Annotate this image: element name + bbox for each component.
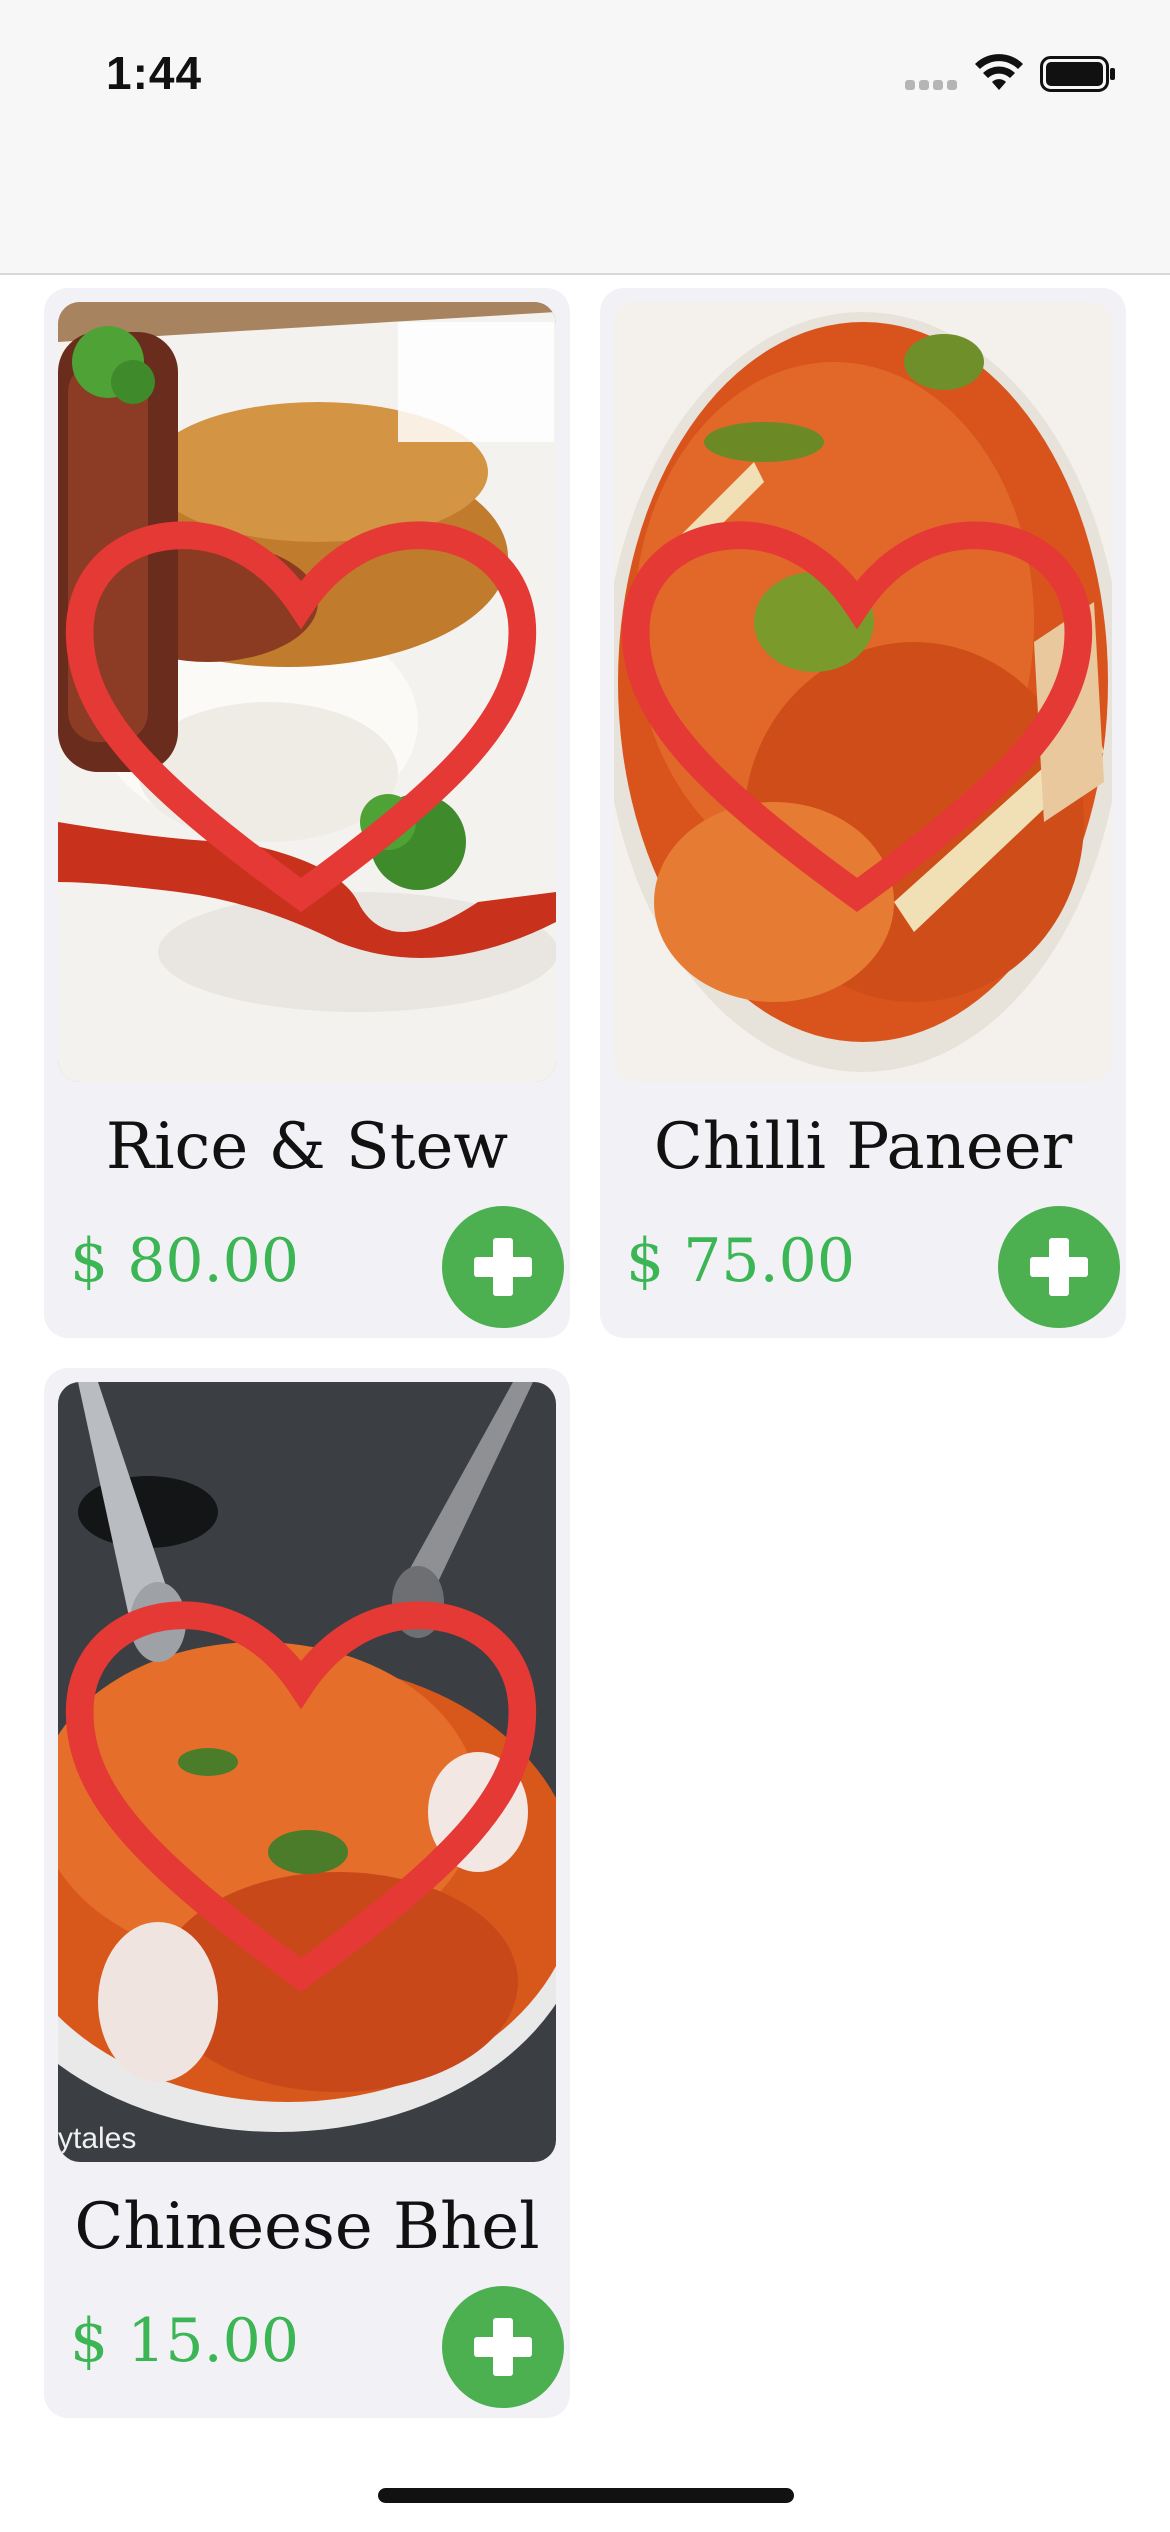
product-name: Rice & Stew bbox=[105, 1110, 509, 1184]
add-to-cart-button[interactable] bbox=[998, 1206, 1120, 1328]
product-image bbox=[614, 302, 1112, 1082]
status-time: 1:44 bbox=[106, 47, 203, 99]
product-card[interactable]: Chilli Paneer $ 75.00 bbox=[600, 288, 1126, 1338]
add-to-cart-button[interactable] bbox=[442, 2286, 564, 2408]
add-to-cart-button[interactable] bbox=[442, 1206, 564, 1328]
product-image: ytales bbox=[58, 1382, 556, 2162]
product-price: $ 80.00 bbox=[70, 1226, 300, 1296]
product-card[interactable]: Rice & Stew $ 80.00 bbox=[44, 288, 570, 1338]
product-name: Chilli Paneer bbox=[653, 1110, 1073, 1184]
home-indicator[interactable] bbox=[378, 2488, 794, 2503]
cellular-signal-icon bbox=[905, 80, 960, 92]
favorite-heart-icon[interactable] bbox=[58, 332, 550, 1082]
product-image bbox=[58, 302, 556, 1082]
battery-icon bbox=[1040, 56, 1115, 92]
favorite-heart-icon[interactable] bbox=[614, 332, 1106, 1082]
status-bar: 1:44 bbox=[0, 0, 1170, 275]
product-price: $ 75.00 bbox=[626, 1226, 856, 1296]
wifi-icon bbox=[975, 54, 1023, 90]
product-name: Chineese Bhel bbox=[74, 2190, 540, 2264]
image-watermark: ytales bbox=[58, 2122, 137, 2155]
product-card[interactable]: ytales Chineese Bhel $ 15.00 bbox=[44, 1368, 570, 2418]
product-price: $ 15.00 bbox=[70, 2306, 300, 2376]
favorite-heart-icon[interactable] bbox=[58, 1412, 550, 2162]
